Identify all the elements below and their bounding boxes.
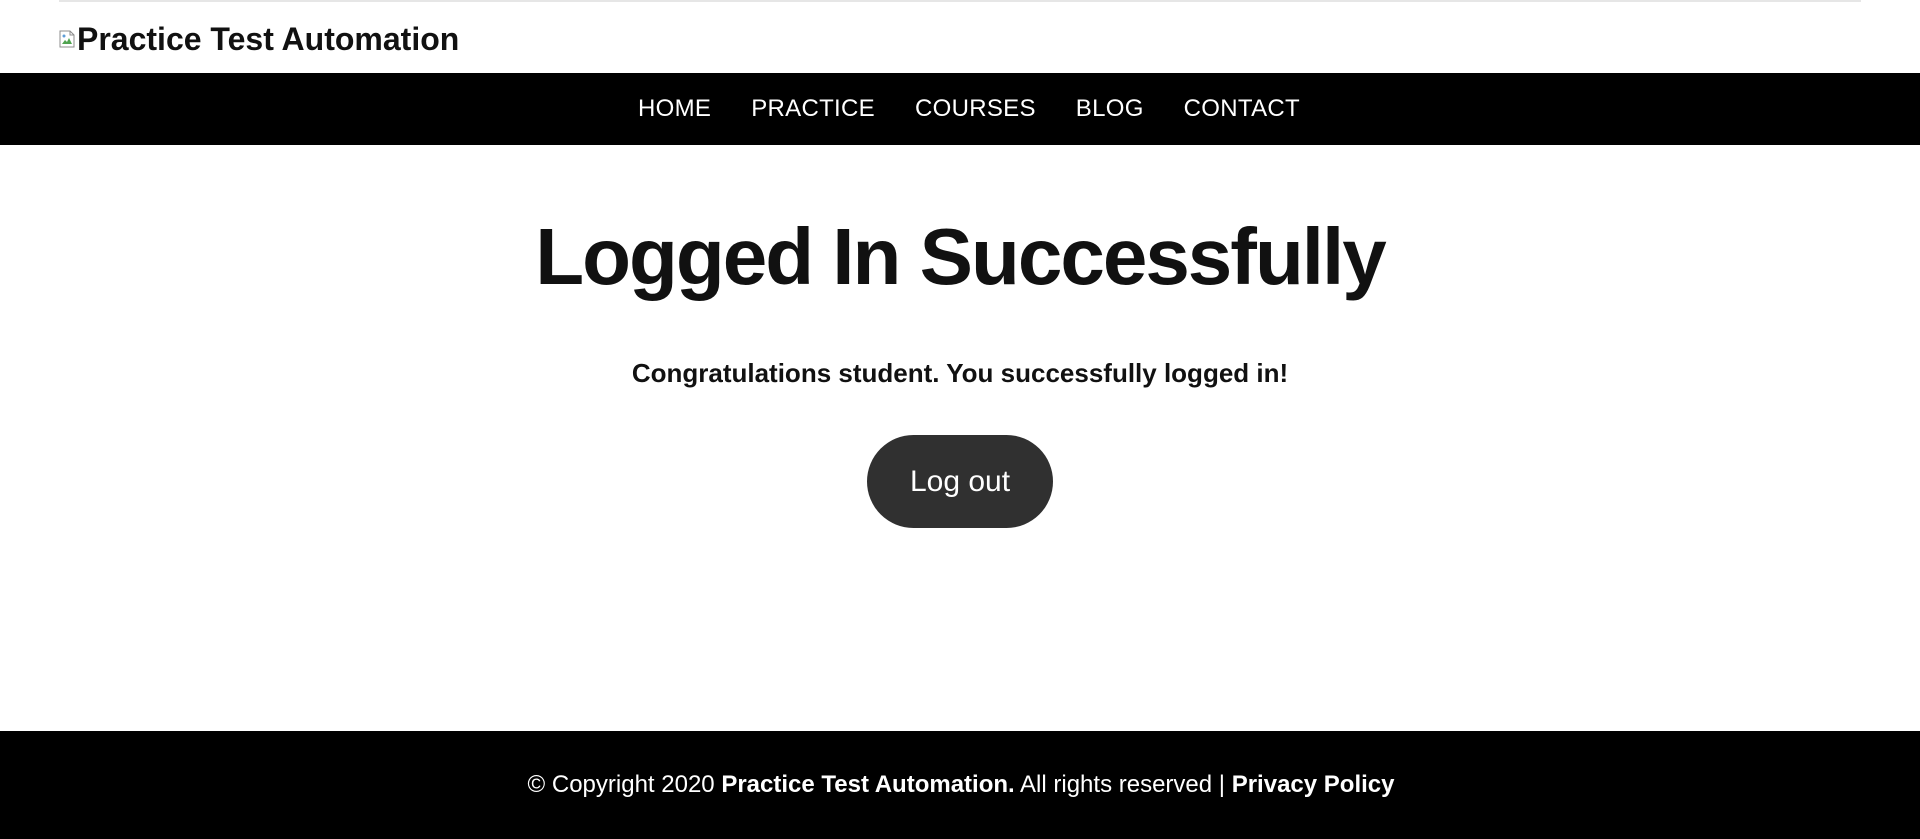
footer-copyright: © Copyright 2020 Practice Test Automatio…	[528, 771, 1395, 799]
nav-item-home[interactable]: HOME	[638, 95, 711, 122]
site-header: Practice Test Automation	[0, 2, 1920, 73]
main-content: Logged In Successfully Congratulations s…	[0, 145, 1920, 731]
footer-rights-text: All rights reserved |	[1020, 771, 1226, 798]
primary-navigation: HOME PRACTICE COURSES BLOG CONTACT	[0, 73, 1920, 145]
site-logo-text: Practice Test Automation	[77, 21, 460, 57]
logout-button[interactable]: Log out	[867, 435, 1053, 528]
privacy-policy-link[interactable]: Privacy Policy	[1232, 771, 1395, 798]
page-title: Logged In Successfully	[535, 212, 1387, 301]
nav-item-courses[interactable]: COURSES	[915, 95, 1036, 122]
login-success-message: Congratulations student. You successfull…	[631, 358, 1289, 388]
broken-image-icon	[59, 30, 75, 48]
footer-copyright-prefix: © Copyright 2020	[527, 771, 715, 798]
footer-brand: Practice Test Automation.	[721, 771, 1015, 798]
navigation-list: HOME PRACTICE COURSES BLOG CONTACT	[600, 95, 1320, 123]
site-footer: © Copyright 2020 Practice Test Automatio…	[0, 731, 1920, 839]
nav-item-blog[interactable]: BLOG	[1076, 95, 1144, 122]
nav-item-contact[interactable]: CONTACT	[1184, 95, 1300, 122]
nav-item-practice[interactable]: PRACTICE	[751, 95, 875, 122]
site-logo-link[interactable]: Practice Test Automation	[59, 20, 459, 58]
page: Practice Test Automation HOME PRACTICE C…	[0, 0, 1920, 839]
